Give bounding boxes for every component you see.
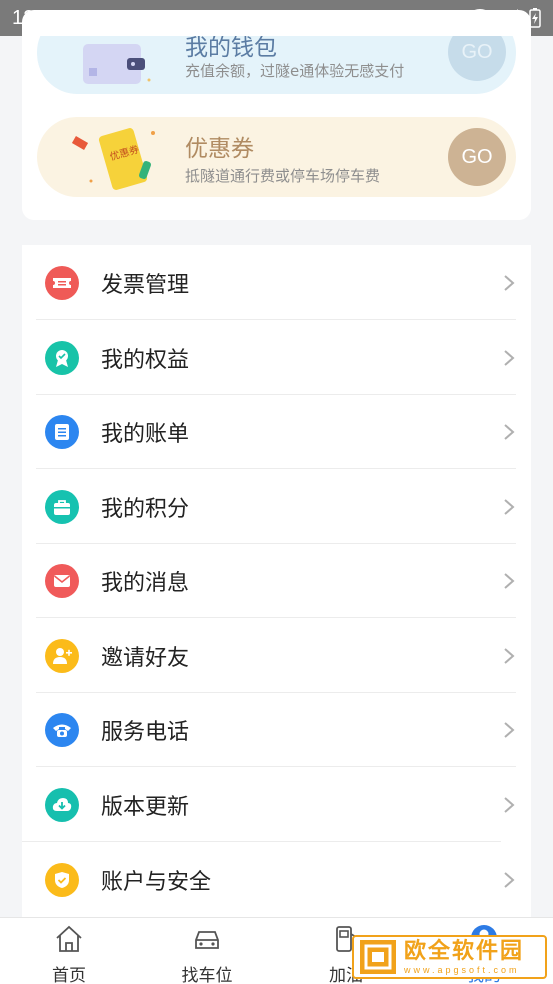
menu-item-benefits[interactable]: 我的权益 [22,320,531,395]
watermark-url: www.apgsoft.com [404,965,520,975]
chevron-right-icon [504,274,515,291]
menu-item-service-phone[interactable]: 服务电话 [22,692,531,767]
coupon-illustration-icon: 优惠券 [71,128,155,190]
mail-icon [45,563,79,598]
phone-icon [45,712,79,747]
chevron-right-icon [504,349,515,366]
bill-icon [45,414,79,449]
menu-item-points[interactable]: 我的积分 [22,469,531,544]
chevron-right-icon [504,796,515,813]
nav-label: 首页 [52,966,86,984]
chevron-right-icon [504,871,515,888]
medal-icon [45,340,79,375]
watermark-text: 欧全软件园 www.apgsoft.com [404,939,524,975]
chevron-right-icon [504,572,515,589]
menu-item-invoice[interactable]: 发票管理 [22,245,531,320]
chevron-right-icon [504,498,515,515]
menu-item-label: 我的账单 [101,421,190,447]
nav-find-parking[interactable]: 找车位 [167,918,247,984]
chevron-right-icon [504,423,515,440]
coupon-title: 优惠券 [185,136,254,162]
car-icon [195,931,219,949]
coupon-banner[interactable]: 优惠券 优惠券 抵隧道通行费或停车场停车费 GO [37,117,516,197]
coupon-subtitle: 抵隧道通行费或停车场停车费 [185,167,381,185]
chevron-right-icon [504,721,515,738]
menu-item-label: 邀请好友 [101,645,190,671]
menu-list: 发票管理 我的权益 我的账单 我的积分 我的消息 邀请好友 服务电话 版本更新 … [22,245,531,917]
nav-label: 找车位 [181,966,233,984]
cloud-download-icon [45,787,79,822]
add-friend-icon [45,638,79,673]
chevron-right-icon [504,647,515,664]
watermark-logo: 欧全软件园 www.apgsoft.com [352,935,547,979]
menu-item-account-security[interactable]: 账户与安全 [22,842,531,917]
menu-item-label: 版本更新 [101,794,190,820]
menu-item-label: 服务电话 [101,719,190,745]
menu-item-bills[interactable]: 我的账单 [22,394,531,469]
menu-item-label: 我的消息 [101,570,190,596]
nav-home[interactable]: 首页 [29,918,109,984]
bag-icon [45,489,79,524]
menu-item-label: 我的权益 [101,347,190,373]
shield-icon [45,862,79,897]
menu-item-messages[interactable]: 我的消息 [22,543,531,618]
ticket-icon [45,265,79,300]
menu-item-label: 账户与安全 [101,869,212,895]
wallet-subtitle: 充值余额，过隧e通体验无感支付 [185,62,405,80]
wallet-illustration-icon [83,44,151,84]
coupon-go-button[interactable]: GO [448,128,506,186]
watermark-icon [360,940,396,974]
menu-item-version-update[interactable]: 版本更新 [22,767,531,842]
menu-item-invite-friends[interactable]: 邀请好友 [22,618,531,693]
menu-item-label: 我的积分 [101,496,190,522]
home-icon [56,925,82,952]
watermark-brand: 欧全软件园 [404,939,525,964]
menu-item-label: 发票管理 [101,272,190,298]
